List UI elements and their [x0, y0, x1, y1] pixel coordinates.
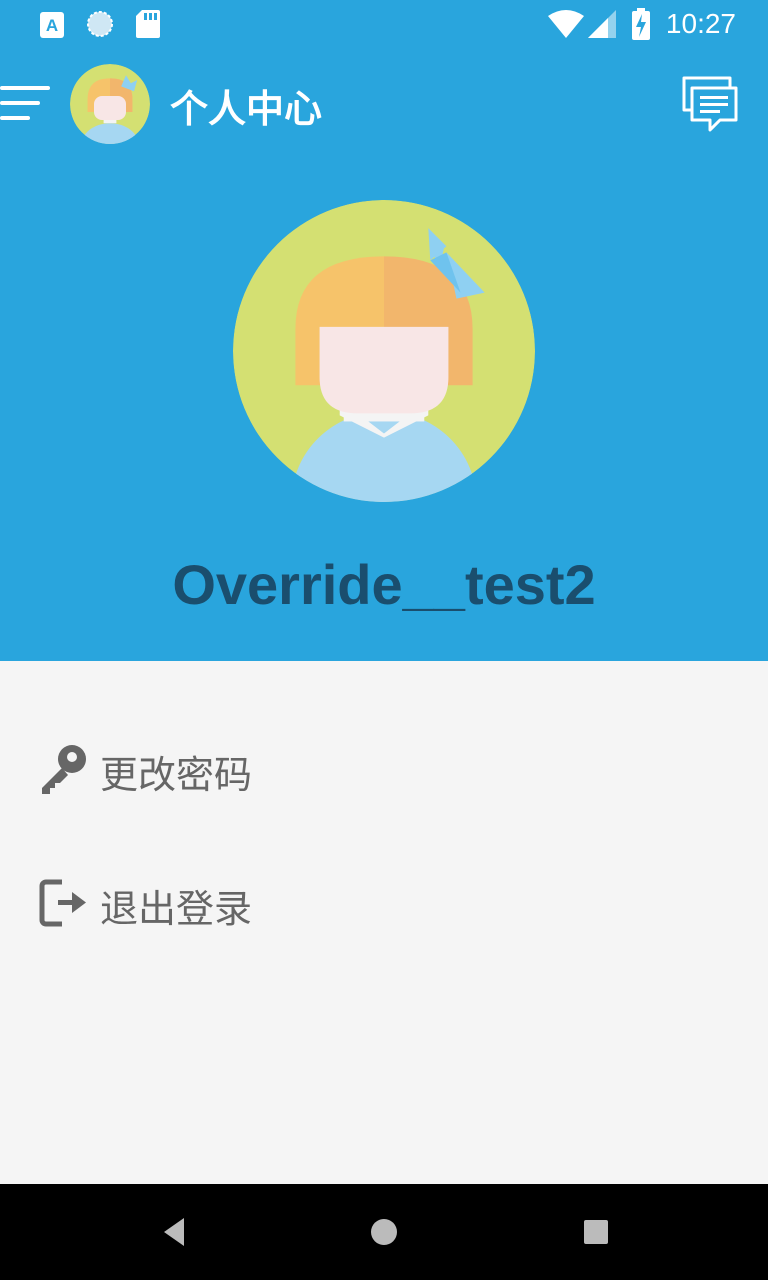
wifi-icon: × [548, 10, 584, 38]
signal-icon [588, 10, 616, 38]
toolbar-avatar[interactable] [70, 64, 150, 144]
svg-text:A: A [46, 16, 58, 35]
clock-time: 10:27 [665, 8, 736, 39]
app-a-icon: A [40, 12, 64, 38]
logout-item[interactable]: 退出登录 [0, 854, 768, 954]
page-title: 个人中心 [170, 87, 323, 131]
sd-card-icon [136, 10, 160, 38]
menu-icon[interactable] [0, 84, 52, 124]
change-password-item[interactable]: 更改密码 [0, 720, 768, 820]
chat-icon[interactable] [680, 74, 738, 132]
status-bar: A × 10:27 [0, 0, 768, 50]
home-icon[interactable] [364, 1212, 404, 1252]
key-icon [42, 745, 86, 794]
back-icon[interactable] [156, 1212, 196, 1252]
recents-icon[interactable] [576, 1212, 616, 1252]
circle-app-icon [87, 11, 113, 37]
change-password-label: 更改密码 [100, 753, 253, 797]
profile-header: A × 10:27 个人中心 Override__test2 [0, 0, 768, 661]
navigation-bar [0, 1184, 768, 1280]
logout-label: 退出登录 [100, 887, 253, 931]
profile-avatar[interactable] [233, 200, 535, 502]
svg-text:×: × [573, 24, 581, 38]
logout-icon [39, 879, 86, 927]
toolbar: 个人中心 [0, 56, 768, 156]
username: Override__test2 [172, 553, 596, 616]
battery-charging-icon [632, 8, 650, 40]
